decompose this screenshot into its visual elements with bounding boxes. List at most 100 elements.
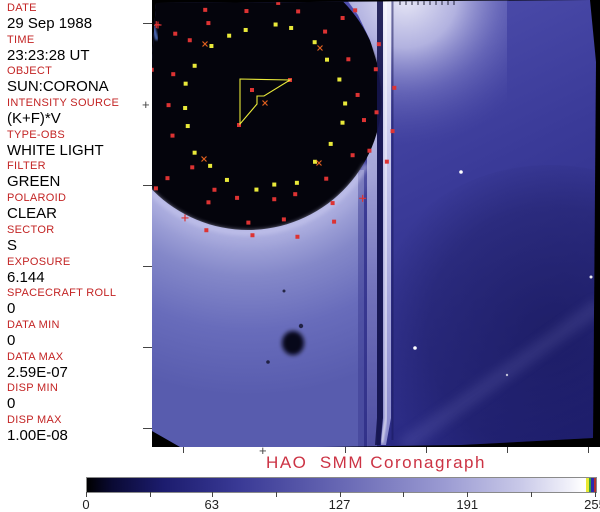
metadata-label: DATA MAX — [7, 350, 64, 363]
metadata-field: DISP MIN 0 — [0, 382, 152, 414]
metadata-field: FILTER GREEN — [0, 160, 152, 192]
coronagraph-scene — [152, 0, 596, 447]
fiducial-dot — [244, 9, 249, 14]
metadata-value: CLEAR — [7, 205, 58, 223]
metadata-field: EXPOSURE 6.144 — [0, 256, 152, 288]
metadata-value: S — [7, 236, 18, 254]
fiducial-dot — [300, 0, 305, 2]
colorbar-end-stripe — [594, 478, 596, 492]
dark-speck — [266, 360, 270, 364]
fiducial-dot — [153, 186, 158, 191]
metadata-value: 0 — [7, 395, 16, 413]
metadata-field: DATA MIN 0 — [0, 319, 152, 351]
metadata-label: SECTOR — [7, 223, 55, 236]
metadata-value: 29 Sep 1988 — [7, 15, 93, 32]
fiducial-dot — [250, 233, 255, 238]
fiducial-dot — [355, 92, 360, 97]
fiducial-dot — [250, 88, 254, 92]
left-axis-tick — [143, 347, 152, 348]
fiducial-dot — [206, 200, 211, 205]
dark-blob — [282, 331, 304, 355]
fiducial-dot — [165, 176, 170, 181]
fiducial-dot — [171, 72, 176, 77]
fiducial-dot — [273, 22, 278, 27]
metadata-value: (K+F)*V — [7, 110, 61, 128]
metadata-label: EXPOSURE — [7, 255, 71, 268]
fiducial-dot — [325, 57, 330, 62]
fiducial-dot — [190, 165, 195, 170]
image-title: HAO SMM Coronagraph — [266, 453, 486, 472]
fiducial-dot — [209, 44, 214, 49]
fiducial-dot — [227, 33, 232, 38]
metadata-label: INTENSITY SOURCE — [7, 97, 120, 110]
metadata-value: 6.144 — [7, 268, 45, 286]
metadata-field: SECTOR S — [0, 224, 152, 256]
fiducial-dot — [330, 201, 335, 206]
metadata-field: DISP MAX 1.00E-08 — [0, 414, 152, 446]
fiducial-dot — [206, 21, 211, 26]
fiducial-dot — [312, 40, 317, 45]
fiducial-dot — [294, 180, 299, 185]
metadata-label: DATE — [7, 2, 37, 14]
fiducial-dot — [295, 234, 300, 239]
fiducial-dot — [224, 177, 229, 182]
metadata-label: DISP MAX — [7, 413, 62, 426]
colorbar-tick-label: 63 — [204, 497, 219, 512]
fiducial-dot — [192, 150, 197, 155]
metadata-label: DATA MIN — [7, 318, 60, 331]
left-axis-tick — [143, 23, 152, 24]
fiducial-dot — [340, 15, 345, 20]
metadata-value: 2.59E-07 — [7, 363, 68, 381]
fiducial-dot — [376, 42, 381, 47]
metadata-label: FILTER — [7, 160, 46, 173]
colorbar — [86, 477, 597, 493]
fiducial-dot — [362, 118, 367, 123]
smm-coronagraph-display: DATE 29 Sep 1988 TIME 23:23:28 UT OBJECT SUN:… — [0, 0, 600, 512]
colorbar-tick-label: 191 — [456, 497, 479, 512]
dark-speck — [298, 323, 304, 329]
fiducial-dot — [152, 67, 154, 72]
star-dot — [413, 346, 417, 350]
fiducial-dot — [373, 67, 378, 72]
fiducial-dot — [276, 0, 281, 5]
fiducial-dot — [374, 110, 379, 115]
star-dot — [589, 275, 593, 279]
dark-speck — [282, 289, 286, 293]
metadata-field: POLAROID CLEAR — [0, 192, 152, 224]
colorbar-tick-label: 127 — [328, 497, 351, 512]
metadata-value: 0 — [7, 300, 16, 318]
metadata-field: DATA MAX 2.59E-07 — [0, 351, 152, 383]
fiducial-dot — [328, 141, 333, 146]
fiducial-dot — [185, 124, 190, 129]
fiducial-dot — [272, 182, 277, 187]
fiducial-dot — [289, 25, 294, 30]
fiducial-dot — [173, 31, 178, 36]
metadata-label: OBJECT — [7, 65, 53, 78]
fiducial-dot — [340, 120, 345, 125]
colorbar-tick — [275, 492, 277, 497]
star-dot — [459, 170, 463, 174]
metadata-value: WHITE LIGHT — [7, 141, 104, 159]
metadata-value: SUN:CORONA — [7, 78, 109, 96]
colorbar-tick-label: 0 — [82, 497, 90, 512]
fiducial-dot — [392, 85, 397, 90]
fiducial-dot — [272, 197, 277, 202]
fiducial-dot — [346, 57, 351, 62]
fiducial-dot — [204, 228, 209, 233]
metadata-value: 23:23:28 UT — [7, 46, 90, 64]
fiducial-dot — [343, 101, 348, 106]
fiducial-dot — [296, 9, 301, 14]
fiducial-dot — [390, 129, 395, 134]
fiducial-dot — [243, 27, 248, 32]
fiducial-dot — [183, 81, 188, 86]
colorbar-tick-label: 255 — [584, 497, 600, 512]
metadata-label: TIME — [7, 33, 35, 46]
fiducial-dot — [324, 176, 329, 181]
fiducial-dot — [166, 103, 171, 108]
colorbar-tick — [403, 492, 405, 497]
fiducial-dot — [192, 63, 197, 68]
fiducial-dot — [208, 163, 213, 168]
image-viewport[interactable] — [152, 0, 600, 447]
fiducial-dot — [246, 220, 251, 225]
fiducial-dot — [332, 219, 337, 224]
